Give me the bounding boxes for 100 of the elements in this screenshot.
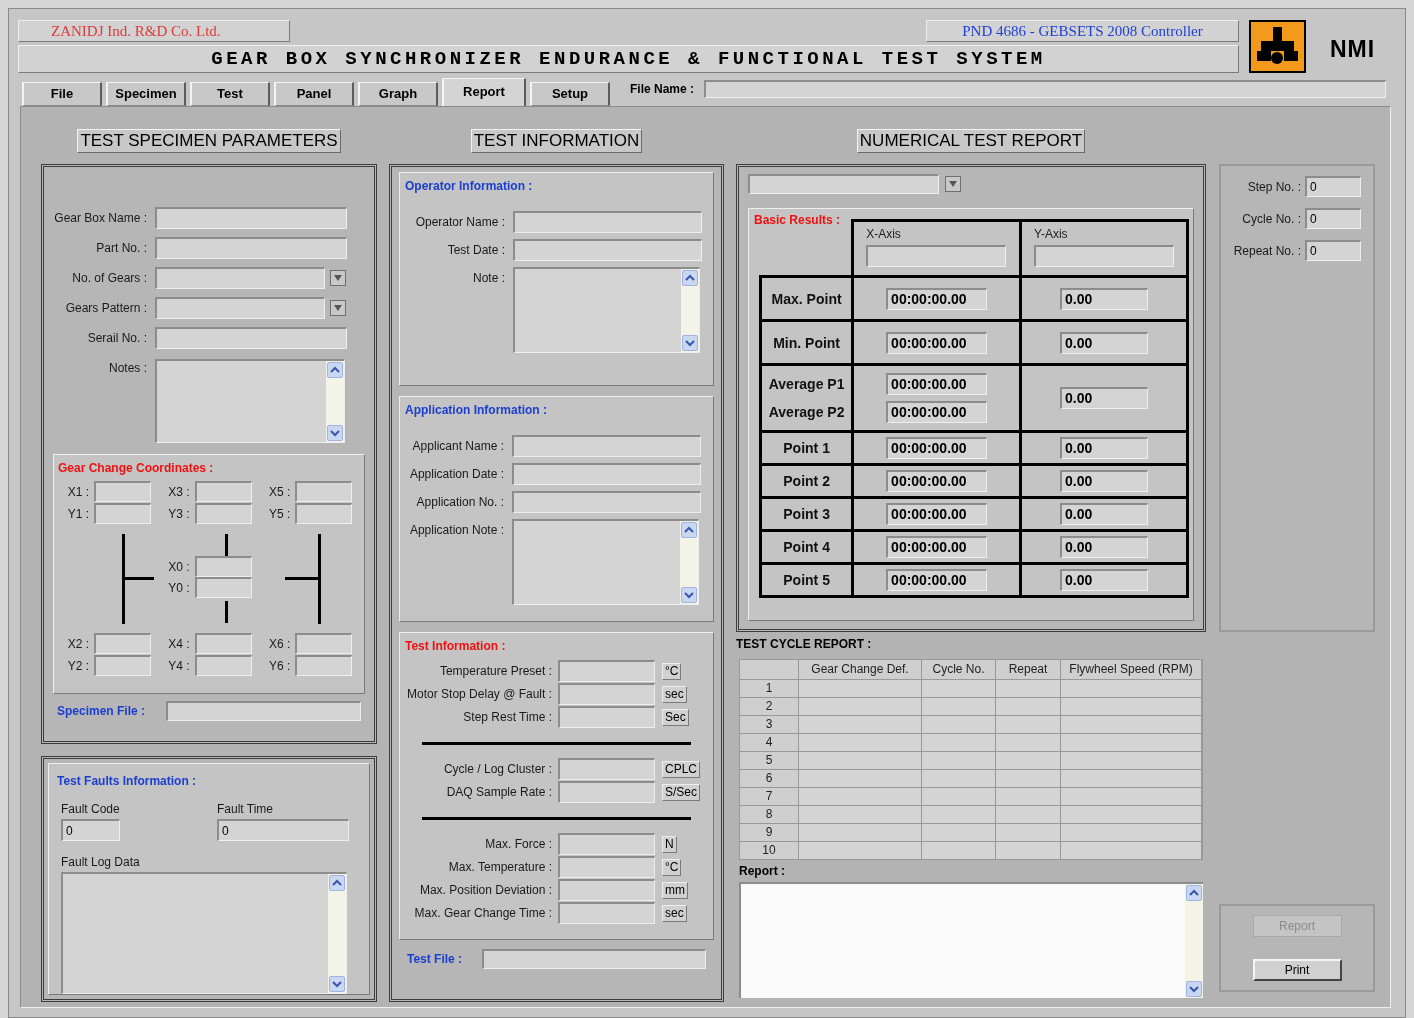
- table-cell[interactable]: [922, 698, 996, 715]
- input-field[interactable]: 0: [1305, 240, 1361, 261]
- table-cell[interactable]: [996, 788, 1061, 805]
- tab[interactable]: File: [22, 82, 102, 106]
- input-field[interactable]: [1034, 245, 1174, 267]
- value-field[interactable]: 00:00:00.00: [886, 470, 988, 492]
- table-cell[interactable]: [922, 788, 996, 805]
- value-field[interactable]: 0.00: [1060, 536, 1148, 558]
- value-field[interactable]: 00:00:00.00: [886, 401, 988, 423]
- scroll-up-button[interactable]: [329, 875, 345, 891]
- text-area[interactable]: [513, 267, 700, 353]
- input-field[interactable]: [481, 949, 706, 969]
- input-field[interactable]: [155, 237, 347, 259]
- input-field[interactable]: [155, 327, 347, 349]
- input-field[interactable]: [704, 80, 1387, 98]
- table-cell[interactable]: [922, 824, 996, 841]
- table-cell[interactable]: [1061, 806, 1202, 823]
- text-area[interactable]: [61, 872, 347, 994]
- input-field[interactable]: [558, 902, 655, 924]
- dropdown-button[interactable]: [330, 270, 346, 286]
- input-field[interactable]: [558, 856, 655, 878]
- table-cell[interactable]: [922, 842, 996, 859]
- table-cell[interactable]: [996, 734, 1061, 751]
- table-cell[interactable]: [1061, 788, 1202, 805]
- input-field[interactable]: [513, 211, 702, 233]
- table-cell[interactable]: [922, 680, 996, 697]
- text-area[interactable]: [155, 359, 345, 443]
- table-cell[interactable]: [922, 806, 996, 823]
- value-field[interactable]: 0.00: [1060, 569, 1148, 591]
- tab[interactable]: Setup: [530, 82, 610, 106]
- table-cell[interactable]: [799, 698, 922, 715]
- input-field[interactable]: [513, 239, 702, 261]
- input-field[interactable]: [558, 706, 655, 728]
- scrollbar[interactable]: [328, 874, 346, 993]
- input-field[interactable]: [295, 633, 353, 654]
- tab[interactable]: Specimen: [106, 82, 186, 106]
- table-cell[interactable]: [996, 680, 1061, 697]
- table-cell[interactable]: [1061, 716, 1202, 733]
- table-cell[interactable]: [799, 824, 922, 841]
- input-field[interactable]: [194, 481, 252, 502]
- table-cell[interactable]: [1061, 680, 1202, 697]
- input-field[interactable]: [166, 701, 361, 721]
- text-area[interactable]: [512, 519, 699, 605]
- scrollbar[interactable]: [1185, 884, 1203, 998]
- table-cell[interactable]: [922, 716, 996, 733]
- scrollbar[interactable]: [680, 521, 698, 604]
- table-cell[interactable]: [799, 734, 922, 751]
- table-cell[interactable]: [799, 842, 922, 859]
- input-field[interactable]: [558, 781, 655, 803]
- tab[interactable]: Report: [442, 78, 526, 106]
- table-cell[interactable]: [1061, 698, 1202, 715]
- tab[interactable]: Test: [190, 82, 270, 106]
- scroll-down-button[interactable]: [1186, 981, 1202, 997]
- value-field[interactable]: 0.00: [1060, 387, 1148, 409]
- scroll-down-button[interactable]: [327, 425, 343, 441]
- value-field[interactable]: 00:00:00.00: [886, 569, 988, 591]
- table-cell[interactable]: [996, 842, 1061, 859]
- scroll-down-button[interactable]: [681, 587, 697, 603]
- dropdown-button[interactable]: [945, 176, 961, 192]
- table-cell[interactable]: [1061, 752, 1202, 769]
- input-field[interactable]: [94, 655, 151, 676]
- input-field[interactable]: 0: [1305, 176, 1361, 197]
- input-field[interactable]: [155, 267, 325, 289]
- value-field[interactable]: 0.00: [1060, 470, 1148, 492]
- input-field[interactable]: [558, 683, 655, 705]
- input-field[interactable]: [94, 633, 151, 654]
- scroll-up-button[interactable]: [1186, 885, 1202, 901]
- input-field[interactable]: [155, 297, 325, 319]
- input-field[interactable]: [194, 503, 252, 524]
- scrollbar[interactable]: [681, 269, 699, 352]
- value-field[interactable]: 00:00:00.00: [886, 287, 988, 310]
- input-field[interactable]: 0: [217, 819, 349, 841]
- input-field[interactable]: [558, 833, 655, 855]
- table-cell[interactable]: [799, 752, 922, 769]
- table-cell[interactable]: [922, 770, 996, 787]
- input-field[interactable]: [94, 503, 151, 524]
- value-field[interactable]: 00:00:00.00: [886, 536, 988, 558]
- input-field[interactable]: [194, 577, 252, 598]
- input-field[interactable]: [295, 481, 353, 502]
- table-cell[interactable]: [799, 788, 922, 805]
- value-field[interactable]: 0.00: [1060, 503, 1148, 525]
- table-cell[interactable]: [1061, 770, 1202, 787]
- input-field[interactable]: [94, 481, 151, 502]
- input-field[interactable]: [558, 879, 655, 901]
- scroll-down-button[interactable]: [329, 976, 345, 992]
- input-field[interactable]: 0: [61, 819, 120, 841]
- input-field[interactable]: [558, 758, 655, 780]
- input-field[interactable]: [866, 245, 1007, 267]
- dropdown-button[interactable]: [330, 300, 346, 316]
- value-field[interactable]: 00:00:00.00: [886, 373, 988, 395]
- table-cell[interactable]: [996, 698, 1061, 715]
- table-cell[interactable]: [996, 716, 1061, 733]
- table-cell[interactable]: [1061, 734, 1202, 751]
- value-field[interactable]: 0.00: [1060, 437, 1148, 459]
- input-field[interactable]: [558, 660, 655, 682]
- input-field[interactable]: [155, 207, 347, 229]
- table-cell[interactable]: [799, 716, 922, 733]
- table-cell[interactable]: [996, 806, 1061, 823]
- input-field[interactable]: [194, 556, 252, 577]
- scroll-down-button[interactable]: [682, 335, 698, 351]
